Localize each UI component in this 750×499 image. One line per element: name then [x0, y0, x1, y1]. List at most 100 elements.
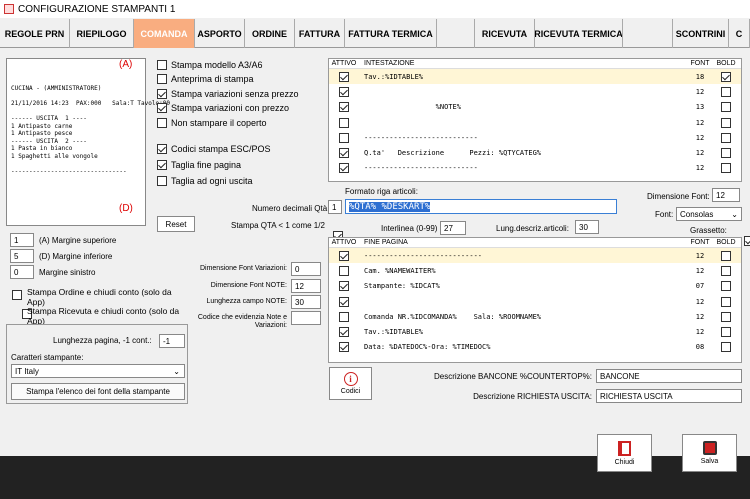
option-7[interactable]: Taglia ad ogni uscita — [157, 176, 253, 186]
row-bold[interactable] — [711, 102, 741, 113]
row-active[interactable] — [329, 311, 359, 322]
row-bold-checkbox[interactable] — [721, 132, 731, 143]
row-active-checkbox[interactable] — [339, 311, 349, 322]
row-font[interactable]: 12 — [689, 298, 711, 306]
row-active[interactable] — [329, 132, 359, 143]
row-text[interactable]: Q.ta' Descrizione Pezzi: %QTYCATEG% — [359, 149, 689, 157]
row-active-checkbox[interactable] — [339, 327, 349, 338]
row-font[interactable]: 12 — [689, 267, 711, 275]
font-field-input[interactable] — [291, 311, 321, 325]
row-font[interactable]: 12 — [689, 149, 711, 157]
row-bold[interactable] — [711, 117, 741, 128]
row-bold[interactable] — [711, 327, 741, 338]
option-checkbox[interactable] — [157, 118, 167, 128]
option-checkbox[interactable] — [157, 103, 167, 113]
font-field-input[interactable]: 12 — [291, 279, 321, 293]
row-bold-checkbox[interactable] — [721, 148, 731, 159]
row-text[interactable]: Stampante: %IDCAT% — [359, 282, 689, 290]
tab-blank-7[interactable] — [437, 19, 475, 48]
table-row[interactable]: Data: %DATEDOC%-Ora: %TIMEDOC% 08 — [329, 340, 741, 355]
row-active[interactable] — [329, 296, 359, 307]
option-4[interactable]: Non stampare il coperto — [157, 118, 267, 128]
row-bold[interactable] — [711, 281, 741, 292]
row-text[interactable]: Data: %DATEDOC%-Ora: %TIMEDOC% — [359, 343, 689, 351]
tab-fattura[interactable]: FATTURA — [295, 19, 345, 48]
tab-blank-10[interactable] — [623, 19, 673, 48]
page-length-input[interactable]: -1 — [159, 334, 185, 348]
row-bold-checkbox[interactable] — [721, 327, 731, 338]
row-text[interactable]: Cam. %NAMEWAITER% — [359, 267, 689, 275]
row-text[interactable]: Tav.:%IDTABLE% — [359, 73, 689, 81]
row-bold-checkbox[interactable] — [721, 296, 731, 307]
tab-comanda[interactable]: COMANDA — [134, 19, 195, 48]
row-text[interactable]: Comanda NR.%IDCOMANDA% Sala: %ROOMNAME% — [359, 313, 689, 321]
option-checkbox[interactable] — [157, 144, 167, 154]
row-bold[interactable] — [711, 86, 741, 97]
row-active-checkbox[interactable] — [339, 132, 349, 143]
row-bold[interactable] — [711, 163, 741, 174]
margin-input[interactable]: 5 — [10, 249, 34, 263]
row-font[interactable]: 12 — [689, 88, 711, 96]
bold-checkbox[interactable] — [743, 236, 750, 247]
row-active-checkbox[interactable] — [339, 71, 349, 82]
dim-font-input[interactable]: 12 — [712, 188, 740, 202]
row-font[interactable]: 12 — [689, 252, 711, 260]
option-checkbox[interactable] — [157, 160, 167, 170]
print-fonts-button[interactable]: Stampa l'elenco dei font della stampante — [11, 383, 185, 400]
row-active[interactable] — [329, 163, 359, 174]
table-row[interactable]: 12 — [329, 294, 741, 309]
tab-ordine[interactable]: ORDINE — [245, 19, 295, 48]
font-field-input[interactable]: 30 — [291, 295, 321, 309]
save-button[interactable]: Salva — [682, 434, 737, 472]
margin-input[interactable]: 0 — [10, 265, 34, 279]
row-font[interactable]: 12 — [689, 119, 711, 127]
row-text[interactable]: ---------------------------- — [359, 252, 689, 260]
row-text[interactable]: Tav.:%IDTABLE% — [359, 328, 689, 336]
row-active[interactable] — [329, 86, 359, 97]
row-text[interactable]: --------------------------- — [359, 134, 689, 142]
row-bold[interactable] — [711, 311, 741, 322]
format-input[interactable]: %QTA% %DESKART% — [345, 199, 617, 214]
row-font[interactable]: 12 — [689, 313, 711, 321]
row-font[interactable]: 12 — [689, 134, 711, 142]
row-bold[interactable] — [711, 132, 741, 143]
option-checkbox[interactable] — [157, 89, 167, 99]
table-row[interactable]: ---------------------------- 12 — [329, 248, 741, 264]
tab-fattura-termica[interactable]: FATTURA TERMICA — [345, 19, 437, 48]
row-active-checkbox[interactable] — [339, 102, 349, 113]
row-bold[interactable] — [711, 342, 741, 353]
row-active[interactable] — [329, 148, 359, 159]
row-active-checkbox[interactable] — [339, 163, 349, 174]
table-row[interactable]: Tav.:%IDTABLE% 18 — [329, 69, 741, 85]
option-checkbox[interactable] — [157, 74, 167, 84]
option-1[interactable]: Anteprima di stampa — [157, 74, 254, 84]
row-active-checkbox[interactable] — [339, 265, 349, 276]
option-checkbox[interactable] — [157, 60, 167, 70]
table-row[interactable]: Tav.:%IDTABLE% 12 — [329, 324, 741, 339]
desc-input[interactable]: RICHIESTA USCITA — [596, 389, 742, 403]
codici-button[interactable]: i Codici — [329, 367, 372, 400]
option-checkbox[interactable] — [157, 176, 167, 186]
interlinea-input[interactable]: 27 — [440, 221, 466, 235]
row-font[interactable]: 13 — [689, 103, 711, 111]
row-bold[interactable] — [711, 265, 741, 276]
row-bold-checkbox[interactable] — [721, 163, 731, 174]
extra-option-checkbox[interactable] — [12, 289, 22, 300]
row-font[interactable]: 12 — [689, 164, 711, 172]
font-field-input[interactable]: 0 — [291, 262, 321, 276]
row-font[interactable]: 08 — [689, 343, 711, 351]
row-font[interactable]: 18 — [689, 73, 711, 81]
table-row[interactable]: --------------------------- 12 — [329, 130, 741, 145]
row-font[interactable]: 07 — [689, 282, 711, 290]
row-active[interactable] — [329, 327, 359, 338]
row-active[interactable] — [329, 250, 359, 261]
row-bold[interactable] — [711, 250, 741, 261]
row-text[interactable]: --------------------------- — [359, 164, 689, 172]
row-active-checkbox[interactable] — [339, 281, 349, 292]
row-bold-checkbox[interactable] — [721, 265, 731, 276]
row-font[interactable]: 12 — [689, 328, 711, 336]
row-active[interactable] — [329, 102, 359, 113]
row-bold-checkbox[interactable] — [721, 102, 731, 113]
margin-input[interactable]: 1 — [10, 233, 34, 247]
option-0[interactable]: Stampa modello A3/A6 — [157, 60, 263, 70]
